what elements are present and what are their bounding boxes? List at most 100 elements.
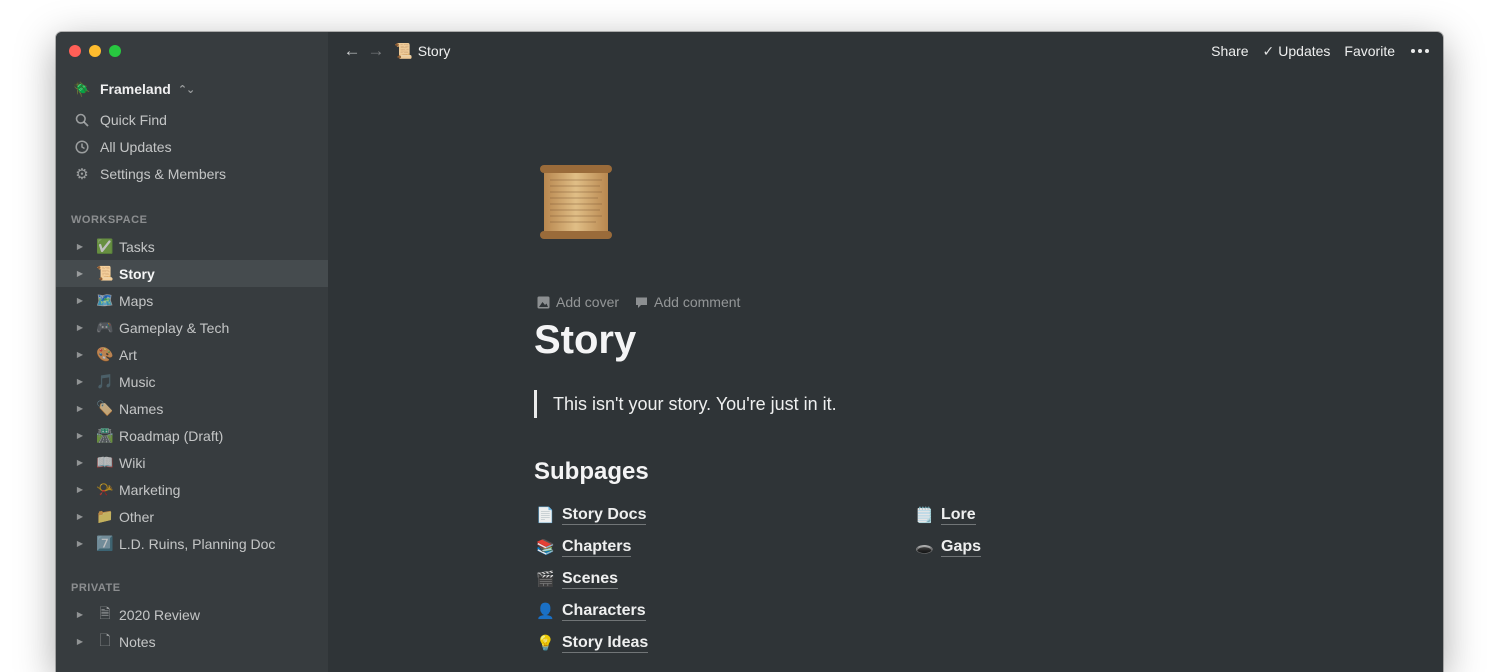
sidebar: 🪲 Frameland ⌃⌄ Quick Find All Updates ⚙ … [56,32,328,672]
keycap-seven-icon: 7️⃣ [96,535,114,551]
sidebar-item-label: Marketing [119,481,181,498]
top-actions: Share ✓ Updates Favorite [1211,32,1429,70]
map-icon: 🗺️ [96,292,114,308]
updates-button[interactable]: ✓ Updates [1263,43,1331,60]
gamepad-icon: 🎮 [96,319,114,335]
add-comment-label: Add comment [654,294,741,310]
expand-caret-icon[interactable]: ▶ [74,296,86,305]
expand-caret-icon[interactable]: ▶ [74,637,86,646]
close-window-button[interactable] [69,45,81,57]
sidebar-item-label: Notes [119,633,156,650]
sidebar-item-label: Other [119,508,155,525]
subpage-link-scenes[interactable]: 🎬 Scenes [536,567,619,591]
expand-caret-icon[interactable]: ▶ [74,269,86,278]
subpage-label: Characters [562,602,646,621]
hole-icon: 🕳️ [915,539,934,556]
sidebar-item-tasks[interactable]: ▶ ✅ Tasks [56,233,328,260]
add-comment-button[interactable]: Add comment [635,294,740,310]
subpage-link-lore[interactable]: 🗒️ Lore [915,503,976,527]
horn-icon: 📯 [96,481,114,497]
comment-icon [636,297,648,308]
sidebar-item-2020-review[interactable]: ▶ 🗎 2020 Review [56,601,328,628]
light-bulb-icon: 💡 [536,635,555,652]
sidebar-item-story[interactable]: ▶ 📜 Story [56,260,328,287]
expand-caret-icon[interactable]: ▶ [74,539,86,548]
page-title[interactable]: Story [534,318,636,363]
sidebar-item-other[interactable]: ▶ 📁 Other [56,503,328,530]
sidebar-item-roadmap[interactable]: ▶ 🛣️ Roadmap (Draft) [56,422,328,449]
expand-caret-icon[interactable]: ▶ [74,512,86,521]
clock-icon [72,140,92,154]
sidebar-item-marketing[interactable]: ▶ 📯 Marketing [56,476,328,503]
chevron-updown-icon: ⌃⌄ [177,83,195,96]
expand-caret-icon[interactable]: ▶ [74,323,86,332]
sidebar-item-ld-ruins[interactable]: ▶ 7️⃣ L.D. Ruins, Planning Doc [56,530,328,557]
settings-members-button[interactable]: ⚙ Settings & Members [72,163,318,185]
palette-icon: 🎨 [96,346,114,362]
expand-caret-icon[interactable]: ▶ [74,404,86,413]
expand-caret-icon[interactable]: ▶ [74,431,86,440]
share-button[interactable]: Share [1211,43,1248,59]
updates-label: Updates [1278,43,1331,59]
notepad-icon: 🗒️ [915,507,934,524]
more-options-icon[interactable] [1411,49,1429,53]
expand-caret-icon[interactable]: ▶ [74,610,86,619]
back-arrow-icon[interactable]: ← [340,41,364,61]
subpage-link-characters[interactable]: 👤 Characters [536,599,646,623]
gear-icon: ⚙ [75,166,89,183]
top-bar: ← → 📜 Story Share ✓ Updates Favorite [328,32,1443,70]
maximize-window-button[interactable] [109,45,121,57]
sidebar-item-label: Wiki [119,454,146,471]
forward-arrow-icon[interactable]: → [364,41,388,61]
favorite-button[interactable]: Favorite [1344,43,1395,59]
add-cover-button[interactable]: Add cover [537,294,619,310]
blank-document-icon: 🗋 [99,631,111,648]
sidebar-item-notes[interactable]: ▶ 🗋 Notes [56,628,328,655]
add-cover-label: Add cover [556,294,620,310]
sidebar-item-label: Names [119,400,164,417]
scroll-icon: 📜 [394,43,413,60]
expand-caret-icon[interactable]: ▶ [74,458,86,467]
subpage-link-story-docs[interactable]: 📄 Story Docs [536,503,647,527]
page-scroll-icon[interactable] [536,162,616,242]
subpage-link-chapters[interactable]: 📚 Chapters [536,535,632,559]
sidebar-item-label: Maps [119,292,154,309]
subpage-link-gaps[interactable]: 🕳️ Gaps [915,535,982,559]
workspace-icon: 🪲 [73,80,91,97]
all-updates-button[interactable]: All Updates [72,136,318,158]
minimize-window-button[interactable] [89,45,101,57]
quick-find-button[interactable]: Quick Find [72,109,318,131]
workspace-switcher[interactable]: 🪲 Frameland ⌃⌄ [72,78,318,100]
expand-caret-icon[interactable]: ▶ [74,377,86,386]
expand-caret-icon[interactable]: ▶ [74,350,86,359]
quote-block[interactable]: This isn't your story. You're just in it… [534,390,837,418]
sidebar-item-maps[interactable]: ▶ 🗺️ Maps [56,287,328,314]
sidebar-item-wiki[interactable]: ▶ 📖 Wiki [56,449,328,476]
sidebar-item-label: Music [119,373,156,390]
sidebar-item-art[interactable]: ▶ 🎨 Art [56,341,328,368]
subpage-label: Scenes [562,570,619,589]
clapper-board-icon: 🎬 [536,571,555,588]
sidebar-item-label: L.D. Ruins, Planning Doc [119,535,276,552]
window-controls [69,45,121,57]
sidebar-item-label: Gameplay & Tech [119,319,230,336]
sidebar-item-gameplay-tech[interactable]: ▶ 🎮 Gameplay & Tech [56,314,328,341]
music-note-icon: 🎵 [96,373,114,389]
checkmark-icon: ✓ [1262,42,1275,59]
page-content: Add cover Add comment Story This isn't y… [328,70,1443,672]
subpage-label: Lore [941,506,976,525]
settings-members-label: Settings & Members [100,166,227,182]
breadcrumb[interactable]: 📜 Story [394,42,450,60]
sidebar-item-music[interactable]: ▶ 🎵 Music [56,368,328,395]
search-icon [72,113,92,127]
expand-caret-icon[interactable]: ▶ [74,242,86,251]
sidebar-item-label: Art [119,346,137,363]
subpages-heading[interactable]: Subpages [534,458,649,486]
sidebar-item-names[interactable]: ▶ 🏷️ Names [56,395,328,422]
open-book-icon: 📖 [96,454,114,470]
road-icon: 🛣️ [96,427,114,443]
folder-icon: 📁 [96,508,114,524]
expand-caret-icon[interactable]: ▶ [74,485,86,494]
subpage-link-story-ideas[interactable]: 💡 Story Ideas [536,631,649,655]
check-mark-icon: ✅ [96,238,114,254]
